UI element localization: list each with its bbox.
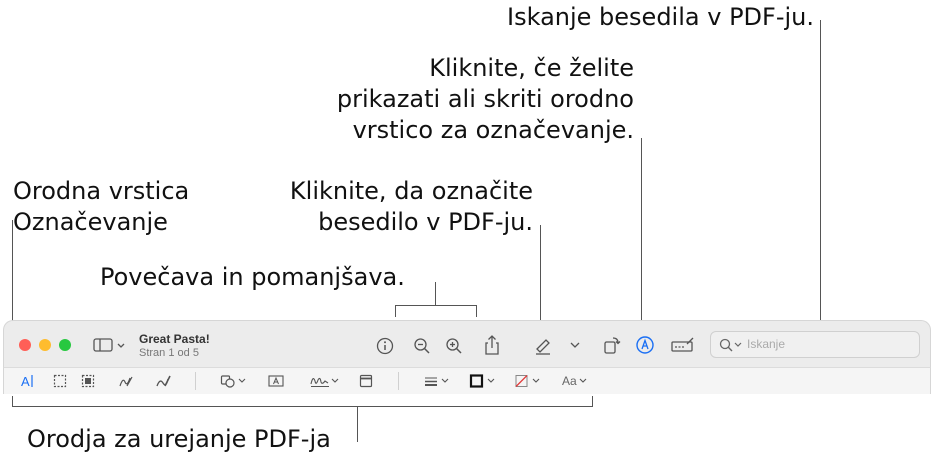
draw-icon xyxy=(156,375,171,387)
text-cursor-icon xyxy=(31,375,33,387)
highlight-button[interactable] xyxy=(531,333,555,357)
text-style-tool[interactable]: Aa xyxy=(562,371,589,391)
info-icon xyxy=(376,337,394,355)
text-box-icon xyxy=(268,375,284,387)
text-selection-tool[interactable]: A xyxy=(21,371,34,391)
text-style-label: Aa xyxy=(562,374,577,388)
text-selection-label: A xyxy=(21,373,30,389)
share-button[interactable] xyxy=(481,332,503,358)
chevron-down-icon xyxy=(579,378,587,383)
draw-tool[interactable] xyxy=(155,371,171,391)
leader-highlight xyxy=(540,225,541,335)
leader-zoom-left xyxy=(395,305,396,317)
document-subtitle: Stran 1 od 5 xyxy=(139,347,199,359)
highlight-options-button[interactable] xyxy=(567,337,583,353)
callout-search: Iskanje besedila v PDF-ju. xyxy=(507,3,814,31)
markup-toolbar: A Aa xyxy=(3,368,931,394)
leader-zoom-right xyxy=(476,305,477,317)
rectangle-select-icon xyxy=(53,374,67,388)
sketch-icon xyxy=(119,376,133,387)
redact-icon xyxy=(81,374,95,388)
sidebar-icon xyxy=(93,338,125,352)
text-box-tool[interactable] xyxy=(268,371,284,391)
callout-markup-toggle-line3: vrstico za označevanje. xyxy=(352,116,634,144)
markup-separator xyxy=(398,372,399,390)
border-color-icon xyxy=(469,374,495,388)
share-icon xyxy=(485,335,499,355)
search-placeholder: Iskanje xyxy=(747,337,786,351)
preview-window: Great Pasta! Stran 1 od 5 Iskanje A Aa xyxy=(3,320,931,394)
minimize-button[interactable] xyxy=(39,339,51,351)
shapes-icon xyxy=(220,375,246,388)
redact-tool[interactable] xyxy=(81,371,95,391)
title-bar: Great Pasta! Stran 1 od 5 Iskanje xyxy=(3,320,931,368)
close-button[interactable] xyxy=(19,339,31,351)
form-icon xyxy=(671,337,694,352)
shape-style-tool[interactable] xyxy=(423,371,451,391)
leader-markup-toggle xyxy=(641,138,642,338)
markup-toolbar-toggle-button[interactable] xyxy=(633,333,657,357)
sketch-tool[interactable] xyxy=(118,371,134,391)
highlighter-icon xyxy=(536,339,550,355)
rotate-icon xyxy=(604,337,621,354)
leader-edit-stem xyxy=(357,406,358,442)
callout-edit-tools: Orodja za urejanje PDF-ja xyxy=(27,425,331,453)
signature-tool[interactable] xyxy=(309,371,341,391)
sidebar-toggle-button[interactable] xyxy=(92,335,128,355)
callout-highlight-line1: Kliknite, da označite xyxy=(289,177,533,205)
callout-markup-toolbar-line1: Orodna vrstica xyxy=(13,177,190,205)
fill-color-tool[interactable] xyxy=(514,371,542,391)
border-color-tool[interactable] xyxy=(469,371,497,391)
callout-highlight-line2: besedilo v PDF-ju. xyxy=(318,208,533,236)
callout-markup-toggle: Kliknite, če želite prikazati ali skriti… xyxy=(337,53,634,146)
leader-edit-right xyxy=(592,396,593,407)
rectangular-selection-tool[interactable] xyxy=(53,371,67,391)
leader-edit-bar xyxy=(12,406,593,407)
leader-edit-left xyxy=(12,396,13,407)
markup-icon xyxy=(636,336,654,354)
zoom-out-icon xyxy=(414,338,430,354)
document-title: Great Pasta! xyxy=(139,332,210,346)
leader-zoom-stem xyxy=(435,282,436,306)
zoom-in-icon xyxy=(446,338,462,354)
callout-markup-toolbar: Orodna vrstica Označevanje xyxy=(13,176,189,238)
chevron-down-icon xyxy=(570,342,580,348)
callout-markup-toggle-line1: Kliknite, če želite xyxy=(429,54,634,82)
info-button[interactable] xyxy=(374,335,396,357)
search-icon xyxy=(719,338,742,352)
callout-highlight: Kliknite, da označite besedilo v PDF-ju. xyxy=(290,176,533,238)
markup-separator xyxy=(195,372,196,390)
shapes-tool[interactable] xyxy=(220,371,248,391)
signature-icon xyxy=(310,377,339,387)
callout-markup-toolbar-line2: Označevanje xyxy=(13,208,168,236)
rotate-button[interactable] xyxy=(600,333,624,357)
fill-color-icon xyxy=(515,375,540,387)
line-style-icon xyxy=(425,377,449,386)
note-tool[interactable] xyxy=(359,371,373,391)
form-filling-button[interactable] xyxy=(670,333,696,357)
search-field[interactable]: Iskanje xyxy=(710,331,920,358)
callout-markup-toggle-line2: prikazati ali skriti orodno xyxy=(336,85,634,113)
zoom-out-button[interactable] xyxy=(411,335,433,357)
zoom-in-button[interactable] xyxy=(443,335,465,357)
callout-zoom: Povečava in pomanjšava. xyxy=(100,263,405,291)
leader-zoom-bar xyxy=(395,305,477,306)
note-icon xyxy=(359,374,373,388)
zoom-window-button[interactable] xyxy=(59,339,71,351)
leader-search xyxy=(820,20,821,332)
